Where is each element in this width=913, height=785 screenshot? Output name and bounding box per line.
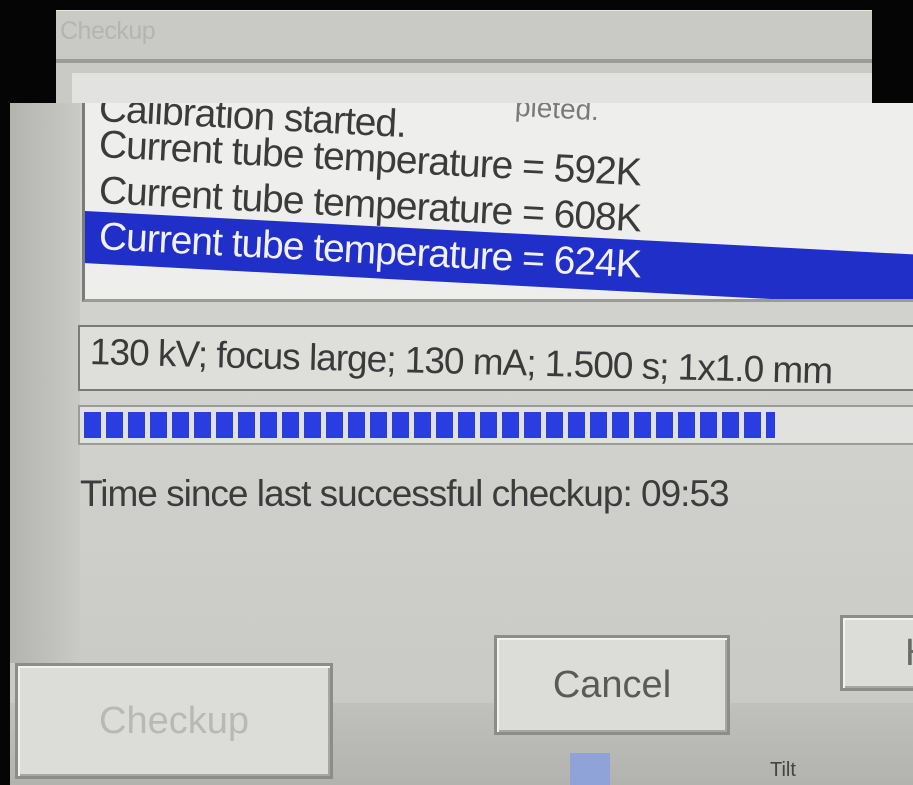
help-button[interactable]: H — [840, 615, 913, 691]
progress-fill — [84, 412, 775, 438]
checkup-log-list[interactable]: pleted. Calibration started. Current tub… — [82, 103, 913, 302]
checkup-dialog: pleted. Calibration started. Current tub… — [10, 103, 913, 785]
window-title: Checkup — [60, 17, 156, 45]
cancel-button[interactable]: Cancel — [494, 635, 730, 735]
time-since-last-checkup: Time since last successful checkup: 09:5… — [80, 473, 730, 514]
checkup-button[interactable]: Checkup — [15, 663, 333, 779]
exposure-parameters-text: 130 kV; focus large; 130 mA; 1.500 s; 1x… — [89, 331, 833, 392]
checkup-progress-bar — [78, 405, 913, 445]
tilt-label: Tilt — [770, 759, 796, 781]
titlebar-divider — [56, 59, 872, 63]
background-panel — [72, 73, 872, 106]
taskbar-item[interactable] — [570, 753, 610, 785]
dialog-left-edge — [10, 103, 80, 663]
exposure-parameters-field: 130 kV; focus large; 130 mA; 1.500 s; 1x… — [78, 325, 913, 391]
log-trailing-text: pleted. — [514, 103, 600, 127]
background-checkup-window: Checkup — [56, 10, 872, 106]
